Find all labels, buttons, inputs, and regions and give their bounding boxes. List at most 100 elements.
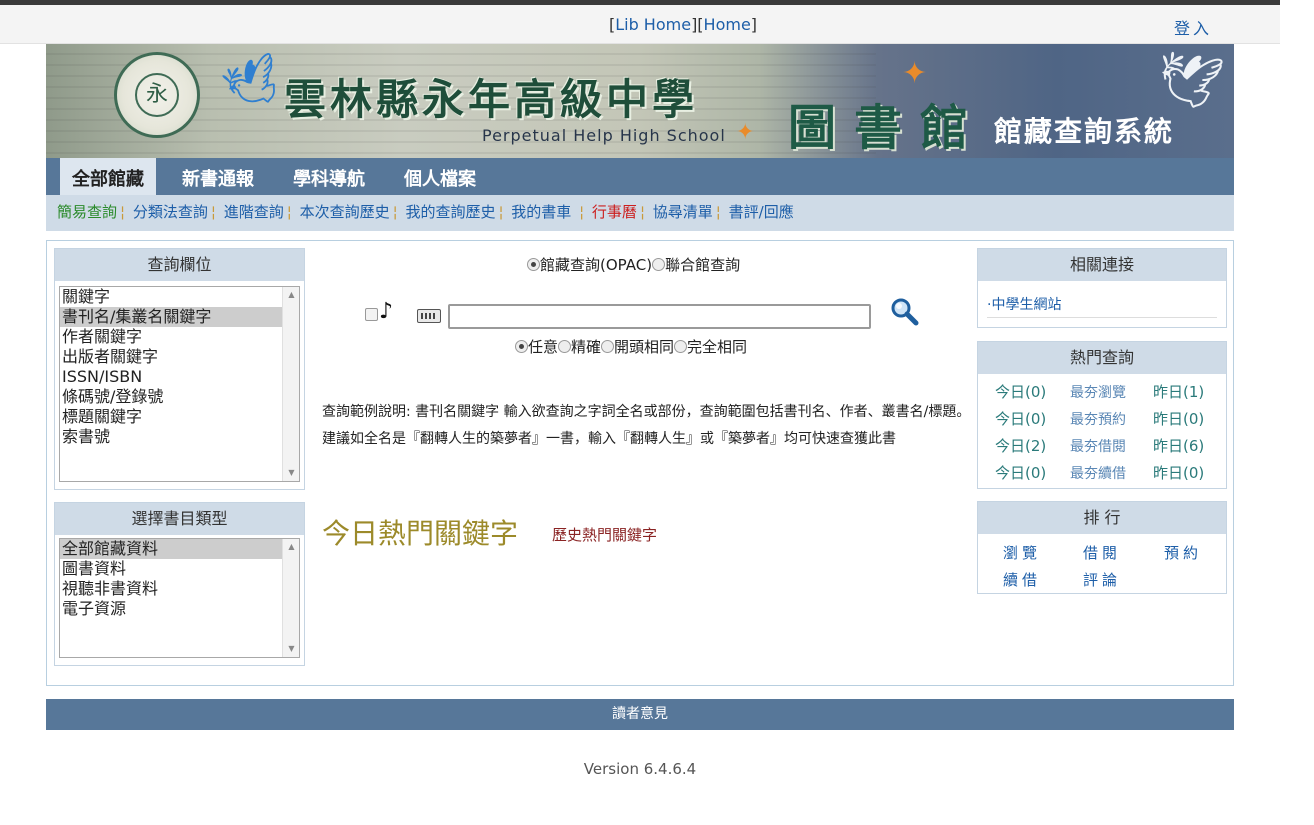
nav-my-history[interactable]: 我的查詢歷史 [405,203,495,221]
union-radio[interactable] [652,258,666,271]
feedback-link[interactable]: 讀者意見 [612,706,668,722]
popular-row: 最夯瀏覽 [1070,382,1126,402]
match-any-radio[interactable] [515,340,528,353]
book-types-listbox[interactable]: 全部館藏資料 圖書資料 視聽非書資料 電子資源 ▲ ▼ [59,538,300,658]
match-exact-radio[interactable] [558,340,572,353]
yesterday-count-link[interactable]: 昨日(6) [1153,437,1204,455]
ranking-title: 排 行 [978,502,1226,534]
field-option[interactable]: ISSN/ISBN [60,367,299,387]
related-links-title: 相關連接 [978,249,1226,281]
rank-borrow-link[interactable]: 借閱 [1083,542,1121,563]
field-option[interactable]: 索書號 [60,427,299,447]
history-hot-keywords-link[interactable]: 歷史熱門關鍵字 [552,524,657,545]
rank-browse-link[interactable]: 瀏覽 [1003,542,1041,563]
rank-renew-link[interactable]: 續借 [1003,569,1041,590]
site-banner: 永 🕊 ✦ ✦ 雲林縣永年高級中學 Perpetual Help High Sc… [46,44,1234,158]
rank-review-link[interactable]: 評論 [1083,569,1121,590]
tab-new-books[interactable]: 新書通報 [182,158,254,195]
orange-bird-icon: ✦ [902,56,928,91]
yesterday-count-link[interactable]: 昨日(0) [1153,410,1204,428]
ranking-panel: 排 行 瀏覽 借閱 預約 續借 評論 [977,501,1227,594]
login-link[interactable]: 登入 [1174,15,1212,39]
scope-radios: 館藏查詢(OPAC) 聯合館查詢 [527,254,740,275]
popular-row: 今日(2) [995,435,1046,456]
main-content: 查詢欄位 關鍵字 書刊名/集叢名關鍵字 作者關鍵字 出版者關鍵字 ISSN/IS… [46,240,1234,686]
popular-row: 最夯借閱 [1070,436,1126,456]
popular-queries-panel: 熱門查詢 今日(0) 最夯瀏覽 昨日(1) 今日(0) 最夯預約 昨日(0) 今… [977,341,1227,489]
nav-calendar[interactable]: 行事曆 [592,203,637,221]
nav-classification-search[interactable]: 分類法查詢 [133,203,208,221]
banner-title: 雲林縣永年高級中學 [284,75,699,124]
match-full-radio[interactable] [674,340,688,353]
nav-simple-search[interactable]: 簡易查詢 [57,203,117,221]
music-checkbox[interactable] [365,308,378,321]
type-option[interactable]: 電子資源 [60,599,299,619]
nav-reviews[interactable]: 書評/回應 [729,203,794,221]
today-count-link[interactable]: 今日(0) [995,410,1046,428]
tab-all-collections[interactable]: 全部館藏 [60,158,156,195]
nav-advanced-search[interactable]: 進階查詢 [224,203,284,221]
top-bar: [Lib Home][Home] 登入 [0,5,1280,44]
match-radios: 任意 精確 開頭相同 完全相同 [515,336,747,357]
feedback-bar: 讀者意見 [46,699,1234,730]
school-seal-logo: 永 [114,52,200,138]
version-text: Version 6.4.6.4 [583,760,697,778]
search-input[interactable] [448,304,871,329]
today-count-link[interactable]: 今日(2) [995,437,1046,455]
match-exact-label: 精確 [571,338,602,356]
lib-home-link[interactable]: Lib Home [615,15,691,34]
popular-row: 今日(0) [995,462,1046,483]
popular-label-link[interactable]: 最夯瀏覽 [1070,385,1126,401]
yesterday-count-link[interactable]: 昨日(1) [1153,383,1204,401]
popular-label-link[interactable]: 最夯預約 [1070,412,1126,428]
popular-row: 最夯續借 [1070,463,1126,483]
scroll-up-icon[interactable]: ▲ [283,287,299,303]
popular-label-link[interactable]: 最夯借閱 [1070,439,1126,455]
today-count-link[interactable]: 今日(0) [995,383,1046,401]
popular-label-link[interactable]: 最夯續借 [1070,466,1126,482]
popular-row: 昨日(6) [1153,435,1204,456]
opac-radio[interactable] [527,258,540,271]
banner-subtitle: Perpetual Help High School [482,126,726,145]
type-option-selected[interactable]: 全部館藏資料 [60,539,299,559]
home-link[interactable]: Home [704,15,751,34]
nav-session-history[interactable]: 本次查詢歷史 [300,203,390,221]
book-types-title: 選擇書目類型 [55,503,304,535]
listbox-scrollbar[interactable]: ▲ ▼ [282,287,299,481]
field-option-selected[interactable]: 書刊名/集叢名關鍵字 [60,307,299,327]
field-option[interactable]: 作者關鍵字 [60,327,299,347]
banner-system: 館藏查詢系統 [994,115,1175,148]
popular-row: 今日(0) [995,381,1046,402]
search-icon[interactable] [889,296,919,326]
search-fields-listbox[interactable]: 關鍵字 書刊名/集叢名關鍵字 作者關鍵字 出版者關鍵字 ISSN/ISBN 條碼… [59,286,300,482]
popular-row: 最夯預約 [1070,409,1126,429]
sub-nav: 簡易查詢 ¦ 分類法查詢 ¦ 進階查詢 ¦ 本次查詢歷史 ¦ 我的查詢歷史 ¦ 我的書車 … [46,195,1234,231]
rank-reserve-link[interactable]: 預約 [1164,542,1202,563]
popular-row: 今日(0) [995,408,1046,429]
type-option[interactable]: 圖書資料 [60,559,299,579]
keyboard-icon[interactable] [417,309,441,323]
yesterday-count-link[interactable]: 昨日(0) [1153,464,1204,482]
match-any-label: 任意 [528,338,559,356]
today-count-link[interactable]: 今日(0) [995,464,1046,482]
related-link-item[interactable]: ·中學生網站 [987,294,1061,314]
match-prefix-radio[interactable] [601,340,615,353]
today-hot-keywords-title: 今日熱門關鍵字 [322,517,519,550]
field-option[interactable]: 標題關鍵字 [60,407,299,427]
union-label: 聯合館查詢 [665,256,741,274]
popular-row: 昨日(1) [1153,381,1204,402]
scroll-down-icon[interactable]: ▼ [283,641,299,657]
field-option[interactable]: 條碼號/登錄號 [60,387,299,407]
field-option[interactable]: 出版者關鍵字 [60,347,299,367]
scroll-down-icon[interactable]: ▼ [283,465,299,481]
scroll-up-icon[interactable]: ▲ [283,539,299,555]
book-types-panel: 選擇書目類型 全部館藏資料 圖書資料 視聽非書資料 電子資源 ▲ ▼ [54,502,305,666]
field-option[interactable]: 關鍵字 [60,287,299,307]
main-tabs: 全部館藏 新書通報 學科導航 個人檔案 [46,158,1234,195]
nav-book-cart[interactable]: 我的書車 [511,203,571,221]
listbox-scrollbar[interactable]: ▲ ▼ [282,539,299,657]
tab-subject-guide[interactable]: 學科導航 [293,158,365,195]
type-option[interactable]: 視聽非書資料 [60,579,299,599]
tab-personal[interactable]: 個人檔案 [404,158,476,195]
nav-search-request-list[interactable]: 協尋清單 [653,203,713,221]
